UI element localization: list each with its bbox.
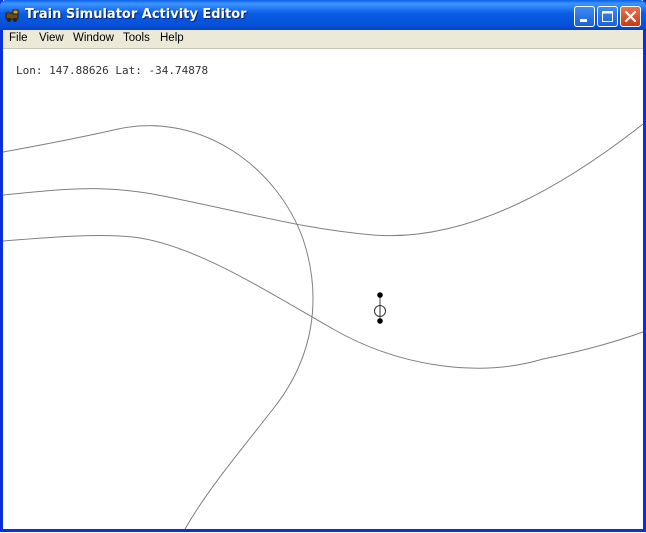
menu-view[interactable]: View [39, 32, 64, 44]
close-icon [624, 10, 637, 23]
maximize-icon [602, 11, 613, 22]
menu-bar: File View Window Tools Help [3, 30, 643, 49]
window-title: Train Simulator Activity Editor [25, 7, 247, 22]
menu-file[interactable]: File [9, 32, 28, 44]
track-line[interactable] [2, 123, 644, 237]
map-canvas[interactable] [2, 49, 644, 530]
track-map[interactable] [2, 49, 644, 530]
lon-label: Lon: [16, 64, 43, 77]
menu-tools[interactable]: Tools [123, 32, 150, 44]
minimize-icon [580, 19, 587, 22]
train-marker-icon[interactable] [374, 292, 386, 324]
main-window: Train Simulator Activity Editor File Vie… [0, 0, 646, 532]
title-bar[interactable]: Train Simulator Activity Editor [0, 0, 646, 30]
track-line[interactable] [2, 235, 644, 369]
track-line[interactable] [2, 125, 314, 530]
coordinate-readout: Lon: 147.88626 Lat: -34.74878 [16, 64, 208, 77]
menu-help[interactable]: Help [160, 32, 184, 44]
lat-label: Lat: [115, 64, 142, 77]
app-icon[interactable] [5, 7, 21, 23]
close-button[interactable] [620, 6, 641, 27]
minimize-button[interactable] [574, 6, 595, 27]
menu-window[interactable]: Window [73, 32, 114, 44]
lat-value: -34.74878 [148, 64, 209, 77]
maximize-button[interactable] [597, 6, 618, 27]
lon-value: 147.88626 [49, 64, 109, 77]
